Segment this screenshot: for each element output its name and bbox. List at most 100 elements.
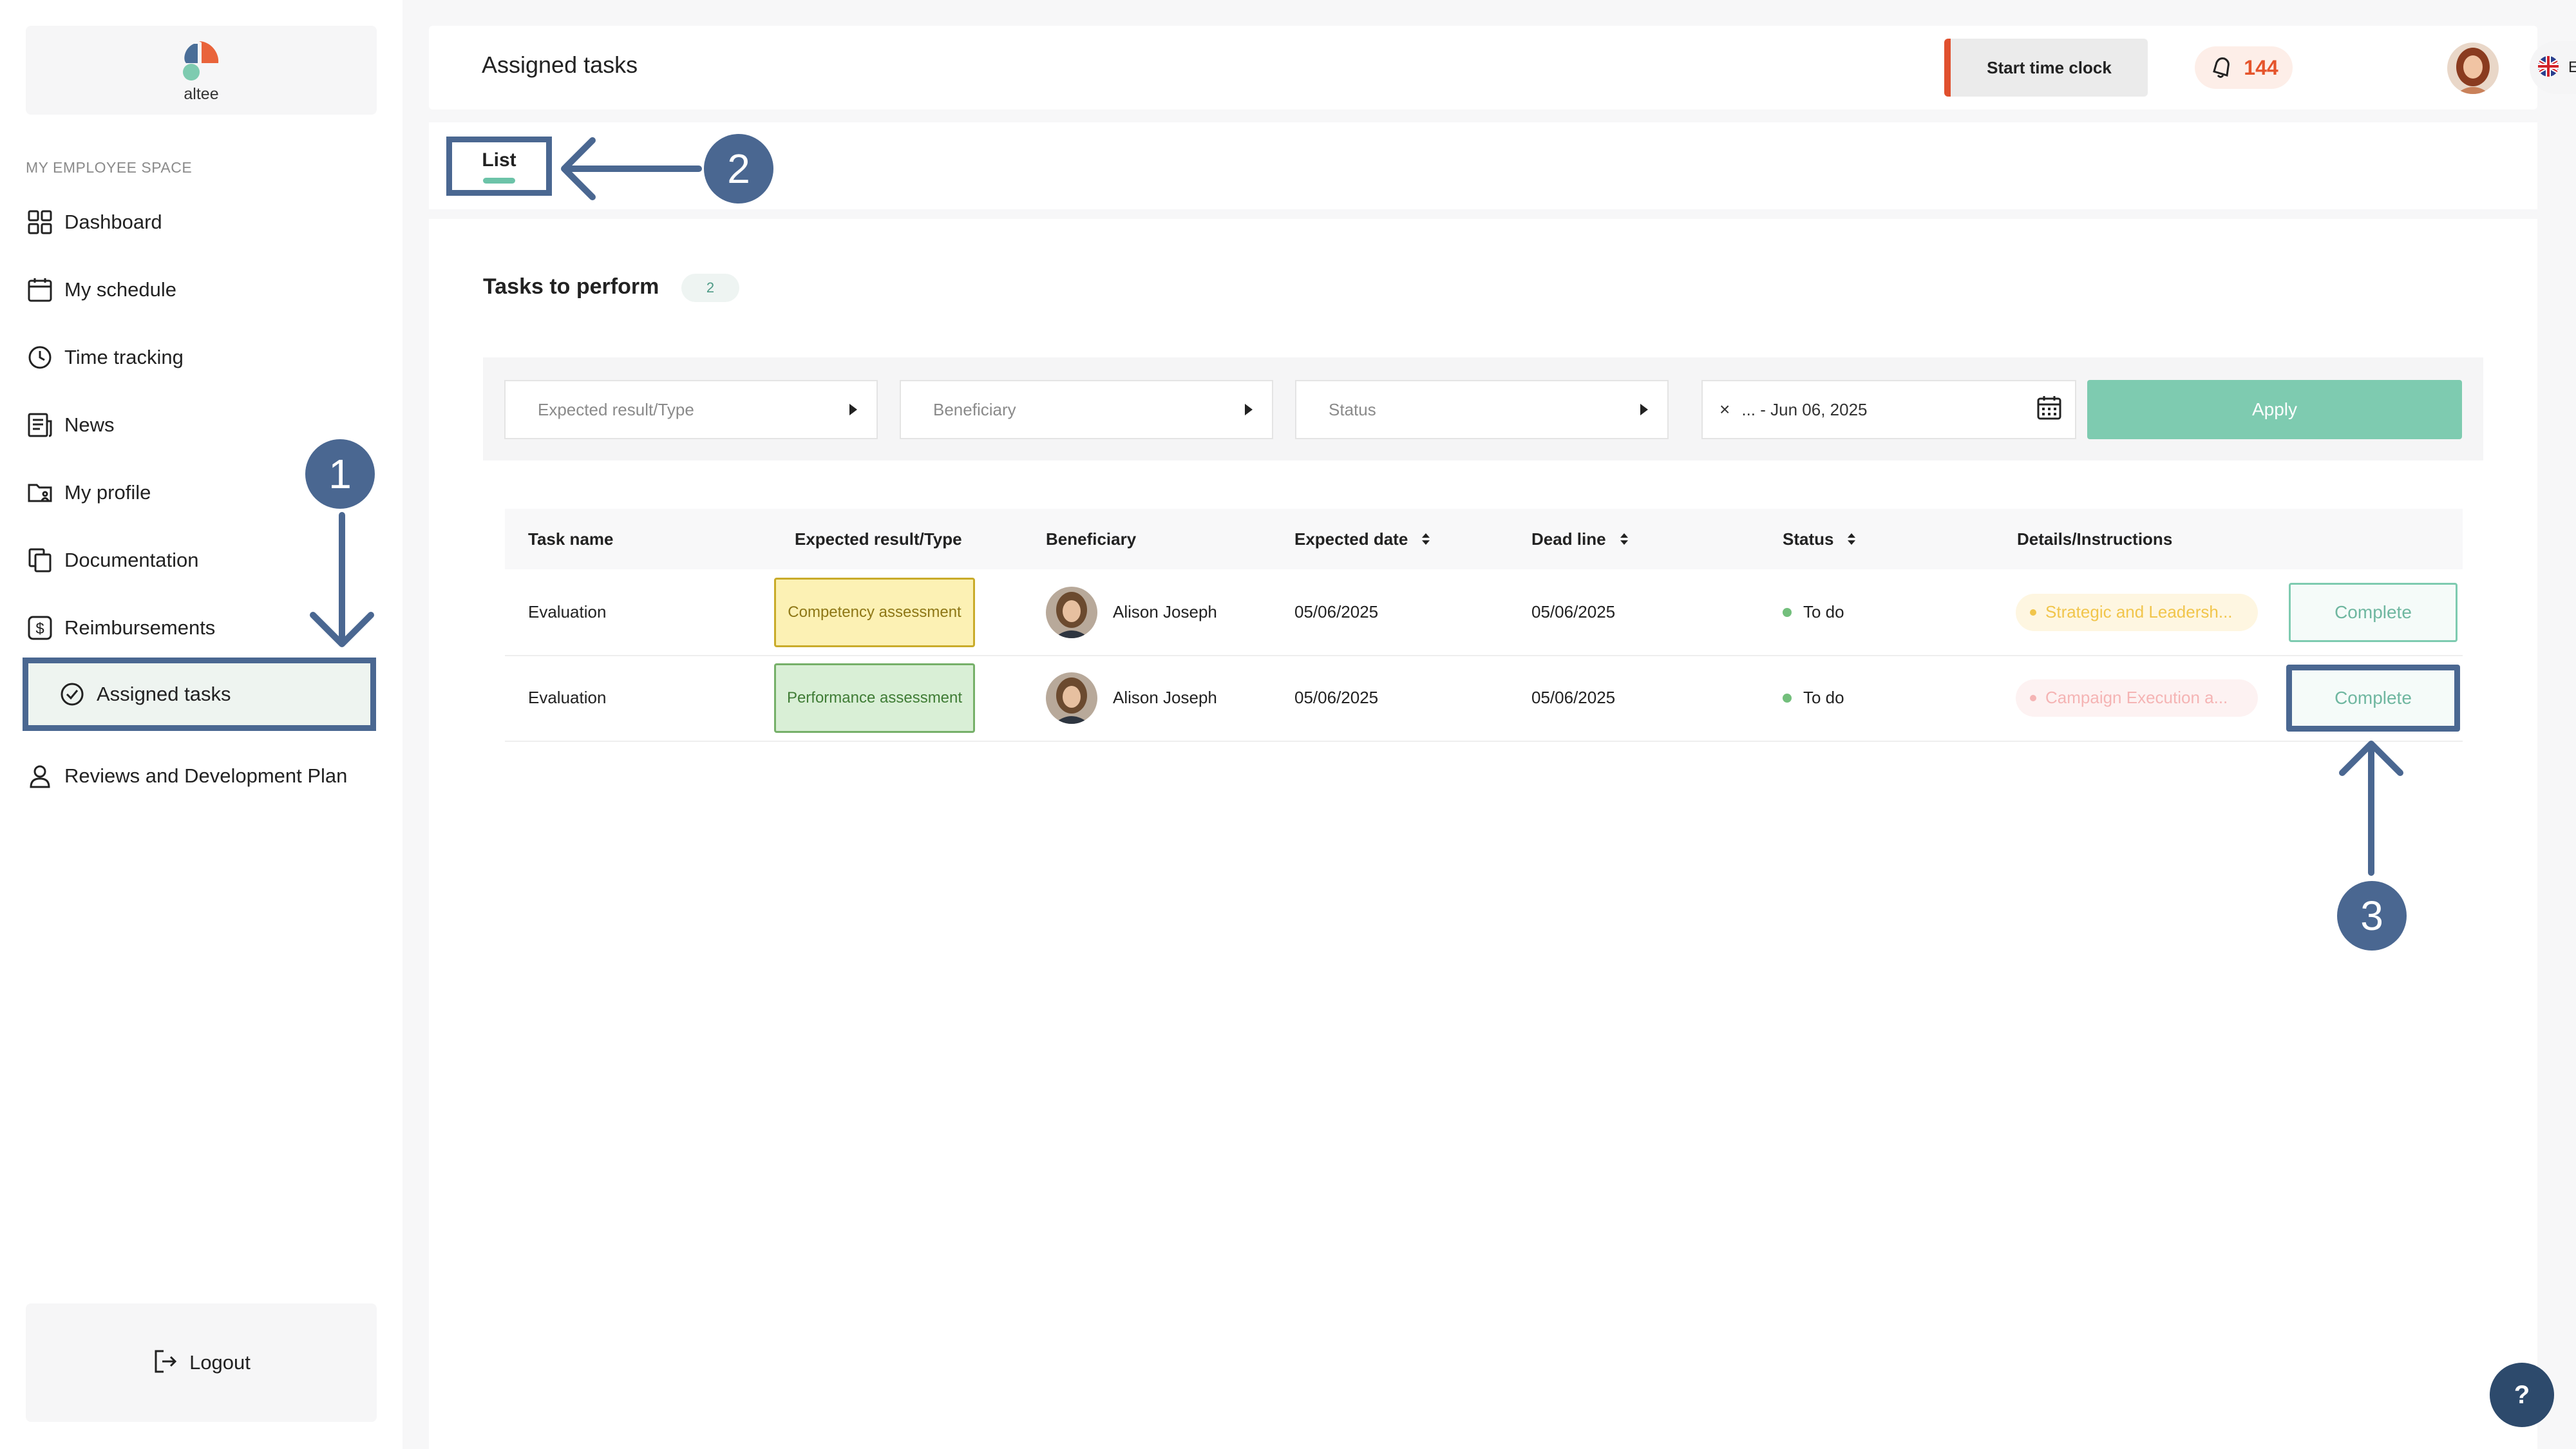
tab-label: List xyxy=(482,149,516,171)
table-row: Evaluation Competency assessment Alison … xyxy=(505,569,2463,656)
sidebar-item-label: Assigned tasks xyxy=(97,683,231,705)
type-badge: Competency assessment xyxy=(774,577,975,647)
date-range-value: ... - Jun 06, 2025 xyxy=(1741,399,1868,419)
sidebar-item-documentation[interactable]: Documentation xyxy=(26,535,377,586)
notifications-button[interactable]: 144 xyxy=(2195,46,2293,89)
type-badge: Performance assessment xyxy=(774,663,975,733)
status-filter-placeholder: Status xyxy=(1329,399,1376,419)
check-circle-icon xyxy=(58,680,86,708)
status-dot xyxy=(1783,693,1792,703)
column-header-type: Expected result/Type xyxy=(795,529,962,549)
task-name: Evaluation xyxy=(528,688,607,707)
sidebar-item-reviews[interactable]: Reviews and Development Plan xyxy=(26,744,377,808)
beneficiary-name: Alison Joseph xyxy=(1113,602,1217,621)
sidebar: altee MY EMPLOYEE SPACE Dashboard My sch… xyxy=(0,0,402,1449)
column-header-details: Details/Instructions xyxy=(2017,529,2173,549)
sidebar-item-label: News xyxy=(64,413,115,436)
logout-icon xyxy=(152,1348,179,1378)
sidebar-item-label: My profile xyxy=(64,481,151,504)
logo-text: altee xyxy=(184,85,219,103)
sidebar-item-my-schedule[interactable]: My schedule xyxy=(26,264,377,316)
column-header-task-name: Task name xyxy=(528,529,614,549)
details-dot xyxy=(2030,609,2036,616)
notification-count: 144 xyxy=(2244,55,2278,79)
details-pill[interactable]: Campaign Execution a... xyxy=(2016,679,2258,717)
details-dot xyxy=(2030,694,2036,701)
sidebar-item-label: My schedule xyxy=(64,278,177,301)
apply-button[interactable]: Apply xyxy=(2087,380,2462,439)
logout-label: Logout xyxy=(189,1351,251,1374)
table-header: Task name Expected result/Type Beneficia… xyxy=(505,509,2463,569)
type-filter[interactable]: Expected result/Type xyxy=(504,380,878,439)
column-header-status[interactable]: Status xyxy=(1783,509,1856,569)
caret-right-icon xyxy=(849,404,857,415)
date-range-filter[interactable]: × ... - Jun 06, 2025 xyxy=(1701,380,2076,439)
annotation-step-1: 1 xyxy=(305,439,375,509)
top-header: Assigned tasks Start time clock 144 EN xyxy=(429,26,2576,109)
svg-text:$: $ xyxy=(35,620,44,638)
type-filter-placeholder: Expected result/Type xyxy=(538,399,694,419)
expected-date: 05/06/2025 xyxy=(1294,688,1379,707)
sidebar-item-dashboard[interactable]: Dashboard xyxy=(26,196,377,248)
complete-button[interactable]: Complete xyxy=(2286,664,2460,732)
complete-button[interactable]: Complete xyxy=(2289,582,2458,642)
task-count-badge: 2 xyxy=(681,274,739,302)
beneficiary-avatar xyxy=(1046,586,1097,638)
section-label: MY EMPLOYEE SPACE xyxy=(26,159,193,176)
logout-button[interactable]: Logout xyxy=(26,1303,377,1422)
annotation-step-3: 3 xyxy=(2337,881,2407,951)
status-filter[interactable]: Status xyxy=(1295,380,1669,439)
status-text: To do xyxy=(1803,602,1844,621)
sidebar-item-label: Documentation xyxy=(64,549,199,571)
beneficiary-avatar xyxy=(1046,672,1097,724)
caret-right-icon xyxy=(1245,404,1253,415)
section-title: Tasks to perform xyxy=(483,274,659,299)
sidebar-item-assigned-tasks[interactable]: Assigned tasks xyxy=(23,658,376,731)
details-text: Campaign Execution a... xyxy=(2045,688,2228,707)
clock-icon xyxy=(26,343,54,372)
dashboard-grid-icon xyxy=(26,208,54,236)
calendar-icon xyxy=(26,276,54,304)
column-header-deadline[interactable]: Dead line xyxy=(1531,509,1628,569)
page-title: Assigned tasks xyxy=(482,52,638,78)
logo[interactable]: altee xyxy=(26,26,377,115)
sort-icon[interactable] xyxy=(1422,533,1430,545)
language-code: EN xyxy=(2568,59,2576,76)
profile-folder-icon xyxy=(26,478,54,507)
column-header-label: Dead line xyxy=(1531,529,1606,549)
tab-list[interactable]: List xyxy=(446,137,552,196)
uk-flag-icon xyxy=(2537,55,2559,80)
start-time-clock-button[interactable]: Start time clock xyxy=(1944,39,2148,97)
column-header-label: Expected date xyxy=(1294,529,1408,549)
deadline-date: 05/06/2025 xyxy=(1531,688,1616,707)
tab-active-indicator xyxy=(483,177,515,184)
calendar-icon[interactable] xyxy=(2036,395,2062,425)
beneficiary-filter[interactable]: Beneficiary xyxy=(900,380,1273,439)
annotation-step-2: 2 xyxy=(704,134,773,204)
documents-icon xyxy=(26,546,54,574)
sidebar-item-label: Dashboard xyxy=(64,211,162,233)
sidebar-item-time-tracking[interactable]: Time tracking xyxy=(26,332,377,383)
sort-icon[interactable] xyxy=(1620,533,1628,545)
bell-icon xyxy=(2209,53,2235,82)
user-icon xyxy=(26,762,54,790)
beneficiary-cell: Alison Joseph xyxy=(1046,569,1217,655)
sidebar-item-label: Reimbursements xyxy=(64,616,216,639)
clear-date-icon[interactable]: × xyxy=(1719,399,1730,420)
main-content: Tasks to perform 2 Expected result/Type … xyxy=(429,219,2537,1449)
beneficiary-filter-placeholder: Beneficiary xyxy=(933,399,1016,419)
help-button[interactable]: ? xyxy=(2490,1363,2554,1427)
user-avatar[interactable] xyxy=(2447,43,2499,94)
beneficiary-name: Alison Joseph xyxy=(1113,688,1217,707)
caret-right-icon xyxy=(1640,404,1648,415)
sidebar-item-reimbursements[interactable]: $ Reimbursements xyxy=(26,602,377,654)
language-selector[interactable]: EN xyxy=(2530,41,2576,94)
column-header-label: Status xyxy=(1783,529,1834,549)
sort-icon[interactable] xyxy=(1848,533,1856,545)
status-cell: To do xyxy=(1783,655,1844,741)
task-name: Evaluation xyxy=(528,602,607,621)
deadline-date: 05/06/2025 xyxy=(1531,602,1616,621)
filter-bar: Expected result/Type Beneficiary Status … xyxy=(483,357,2483,460)
column-header-expected-date[interactable]: Expected date xyxy=(1294,509,1430,569)
column-header-beneficiary: Beneficiary xyxy=(1046,529,1137,549)
